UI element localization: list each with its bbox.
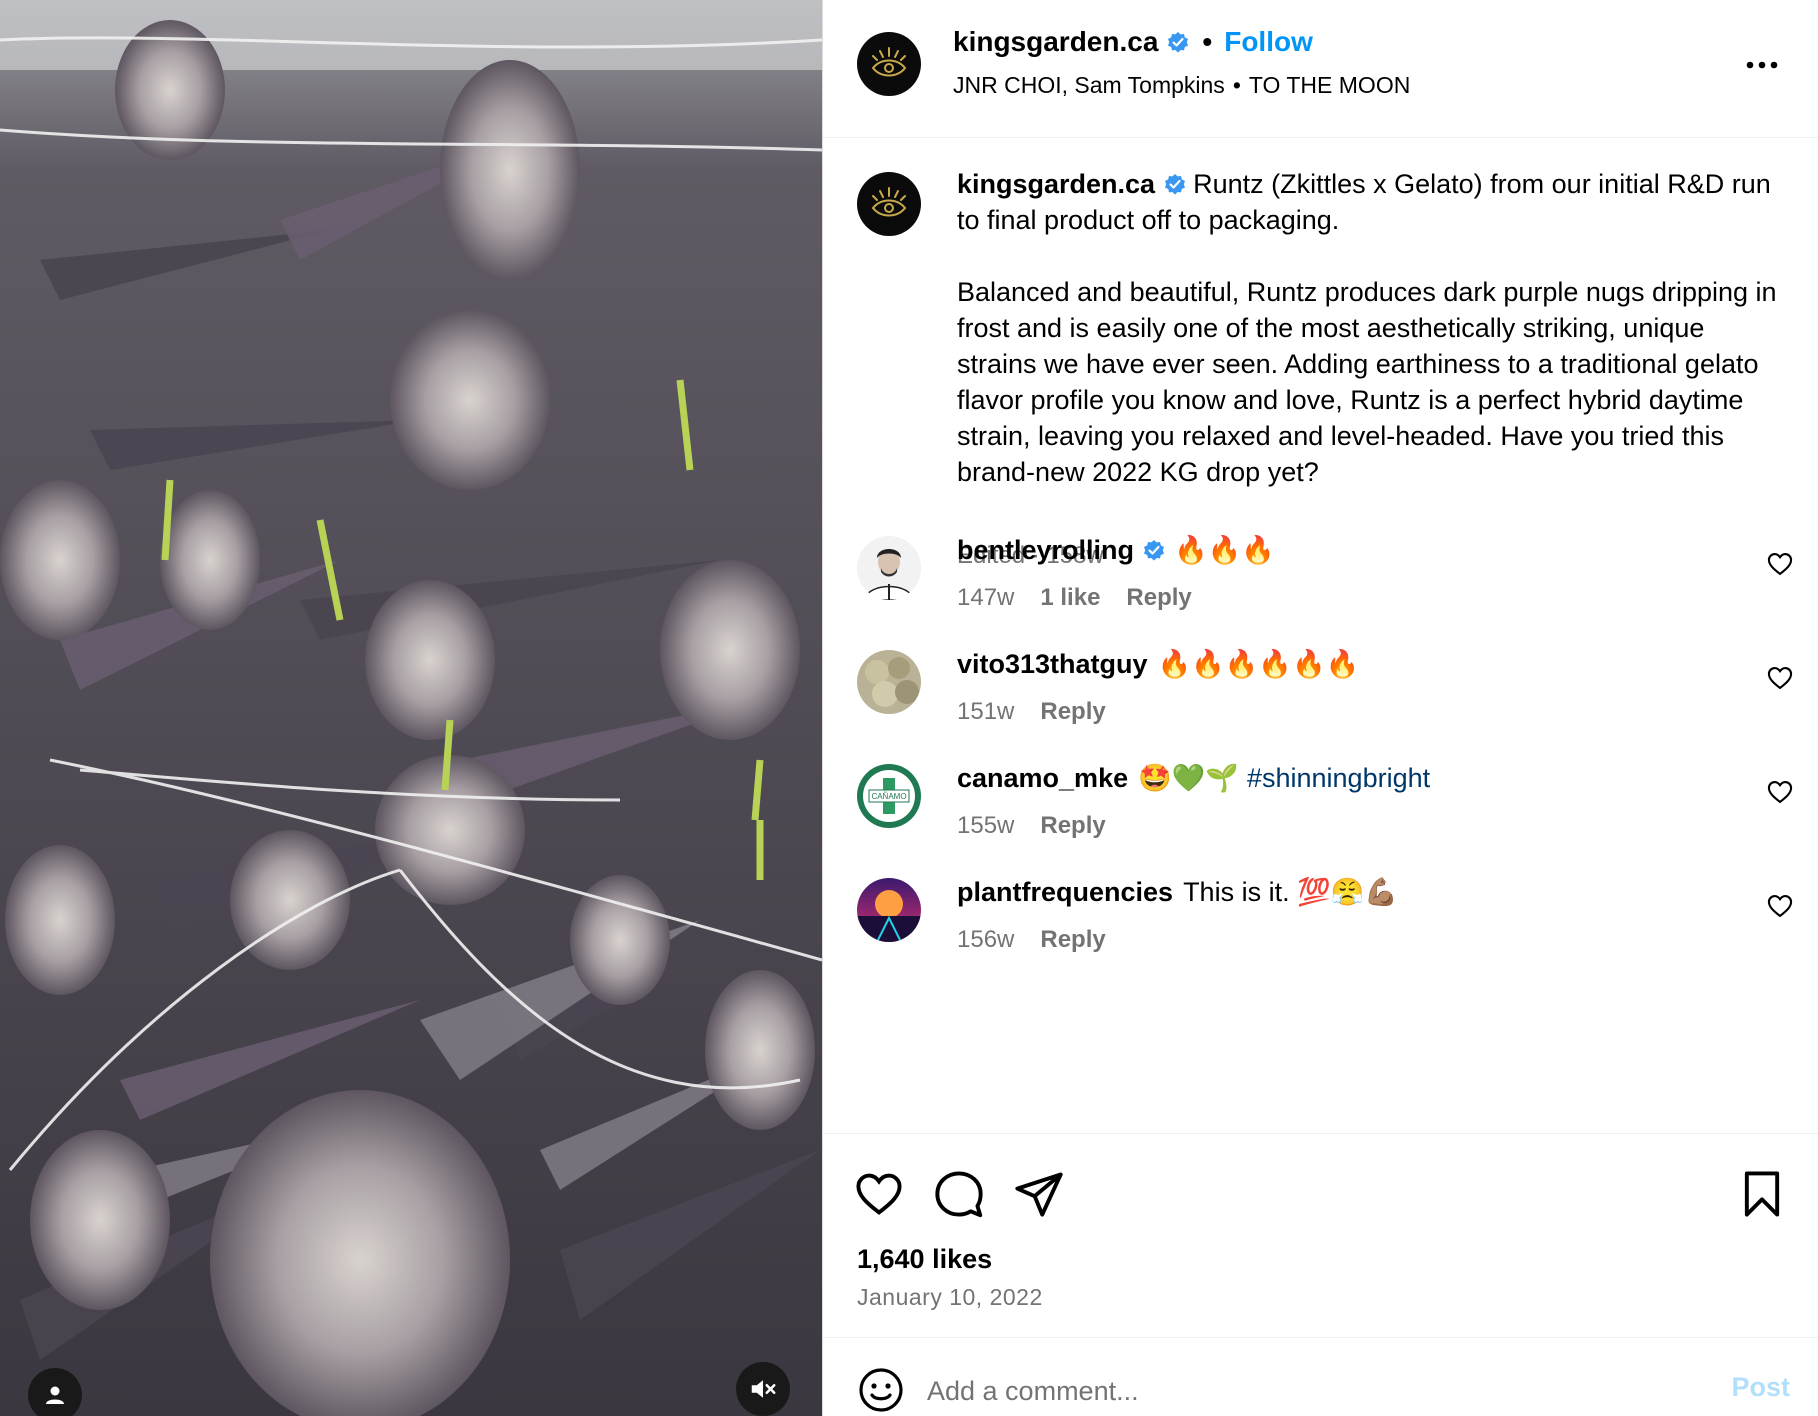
post-header: kingsgarden.ca • Follow JNR CHOI, Sam To… xyxy=(823,0,1818,138)
post-video[interactable] xyxy=(0,0,822,1416)
cannabis-plants-photo xyxy=(0,0,822,1416)
like-heart-icon[interactable] xyxy=(853,1168,905,1220)
audio-separator: • xyxy=(1232,72,1241,98)
share-send-icon[interactable] xyxy=(1013,1168,1065,1220)
post-caption: kingsgarden.ca Runtz (Zkittles x Gelato) … xyxy=(957,166,1777,490)
follow-button[interactable]: Follow xyxy=(1224,26,1313,58)
comment-username[interactable]: vito313thatguy xyxy=(957,649,1148,679)
kingsgarden-avatar[interactable] xyxy=(857,32,921,96)
user-icon xyxy=(46,1386,64,1404)
comment-username[interactable]: bentleyrolling xyxy=(957,535,1134,565)
comment-meta: 151w Reply xyxy=(957,698,1106,726)
comment-text: 🤩💚🌱 xyxy=(1138,763,1239,793)
eye-logo-icon xyxy=(871,187,907,217)
comment-username[interactable]: plantfrequencies xyxy=(957,877,1173,907)
comment-time: 151w xyxy=(957,698,1015,725)
comment-time: 156w xyxy=(957,926,1015,953)
comment-meta: 147w 1 like Reply xyxy=(957,584,1192,612)
comment-text: 🔥🔥🔥 xyxy=(1174,535,1275,565)
comment-meta: 156w Reply xyxy=(957,926,1106,954)
post-date: January 10, 2022 xyxy=(857,1284,1043,1310)
hashtag-link[interactable]: #shinningbright xyxy=(1247,763,1430,793)
comments-section[interactable]: kingsgarden.ca Runtz (Zkittles x Gelato) … xyxy=(823,138,1818,1133)
comment-item: bentleyrolling 🔥🔥🔥 147w 1 like Reply xyxy=(823,532,1818,642)
comment-line: plantfrequencies This is it. 💯😤💪🏽 xyxy=(957,874,1398,910)
post-side-panel: kingsgarden.ca • Follow JNR CHOI, Sam To… xyxy=(822,0,1818,1416)
heart-outline-icon[interactable] xyxy=(1766,892,1794,920)
heart-outline-icon[interactable] xyxy=(1766,664,1794,692)
synthwave-avatar-icon xyxy=(857,878,921,942)
reply-button[interactable]: Reply xyxy=(1040,812,1105,840)
audio-artists[interactable]: JNR CHOI, Sam Tompkins xyxy=(953,72,1225,98)
header-username[interactable]: kingsgarden.ca xyxy=(953,26,1158,58)
comment-time: 147w xyxy=(957,584,1015,611)
comment-input[interactable] xyxy=(925,1368,1569,1414)
add-comment-bar: Post xyxy=(823,1337,1818,1416)
caption-avatar[interactable] xyxy=(857,172,921,236)
eye-logo-icon xyxy=(871,47,907,77)
person-avatar-icon xyxy=(857,536,921,600)
post-actions: 1,640 likes January 10, 2022 xyxy=(823,1133,1818,1337)
audio-attribution[interactable]: JNR CHOI, Sam Tompkins • TO THE MOON xyxy=(953,72,1410,99)
heart-outline-icon[interactable] xyxy=(1766,550,1794,578)
comment-text: 🔥🔥🔥🔥🔥🔥 xyxy=(1157,649,1360,679)
comment-avatar[interactable] xyxy=(857,536,921,600)
post-comment-button[interactable]: Post xyxy=(1731,1372,1790,1403)
more-options-button[interactable] xyxy=(1742,50,1782,80)
mute-toggle-button[interactable] xyxy=(736,1362,790,1416)
heart-outline-icon[interactable] xyxy=(1766,778,1794,806)
comment-line: bentleyrolling 🔥🔥🔥 xyxy=(957,532,1275,568)
likes-count[interactable]: 1,640 likes xyxy=(857,1244,992,1275)
verified-badge-icon xyxy=(1168,32,1189,53)
comment-likes-count[interactable]: 1 like xyxy=(1040,584,1100,612)
comment-meta: 155w Reply xyxy=(957,812,1106,840)
comment-avatar[interactable] xyxy=(857,878,921,942)
caption-text-2: Balanced and beautiful, Runtz produces d… xyxy=(957,277,1777,487)
audio-track[interactable]: TO THE MOON xyxy=(1249,72,1410,98)
comment-item: vito313thatguy 🔥🔥🔥🔥🔥🔥 151w Reply xyxy=(823,646,1818,756)
comment-item: plantfrequencies This is it. 💯😤💪🏽 156w Re… xyxy=(823,874,1818,984)
comment-avatar[interactable]: CAÑAMO xyxy=(857,764,921,828)
comment-text: This is it. 💯😤💪🏽 xyxy=(1183,877,1398,907)
header-separator: • xyxy=(1202,26,1213,57)
reply-button[interactable]: Reply xyxy=(1040,926,1105,954)
more-horizontal-icon xyxy=(1746,61,1778,69)
reply-button[interactable]: Reply xyxy=(1040,698,1105,726)
emoji-smile-icon[interactable] xyxy=(857,1366,905,1414)
volume-muted-icon xyxy=(751,1380,776,1398)
header-user-line: kingsgarden.ca • Follow xyxy=(953,26,1313,58)
caption-username[interactable]: kingsgarden.ca xyxy=(957,169,1155,199)
comment-item: CAÑAMO canamo_mke 🤩💚🌱 #shinningbright 155w… xyxy=(823,760,1818,870)
canamo-logo-icon: CAÑAMO xyxy=(857,764,921,828)
comment-line: canamo_mke 🤩💚🌱 #shinningbright xyxy=(957,760,1430,796)
comment-username[interactable]: canamo_mke xyxy=(957,763,1128,793)
comment-line: vito313thatguy 🔥🔥🔥🔥🔥🔥 xyxy=(957,646,1359,682)
buds-avatar-icon xyxy=(857,650,921,714)
instagram-post: kingsgarden.ca • Follow JNR CHOI, Sam To… xyxy=(0,0,1818,1416)
verified-badge-icon xyxy=(1165,174,1186,195)
comment-bubble-icon[interactable] xyxy=(933,1168,985,1220)
canamo-avatar-text: CAÑAMO xyxy=(871,792,906,801)
save-bookmark-icon[interactable] xyxy=(1736,1168,1788,1220)
verified-badge-icon xyxy=(1144,540,1165,561)
tagged-users-button[interactable] xyxy=(28,1368,82,1416)
reply-button[interactable]: Reply xyxy=(1126,584,1191,612)
comment-time: 155w xyxy=(957,812,1015,839)
comment-avatar[interactable] xyxy=(857,650,921,714)
